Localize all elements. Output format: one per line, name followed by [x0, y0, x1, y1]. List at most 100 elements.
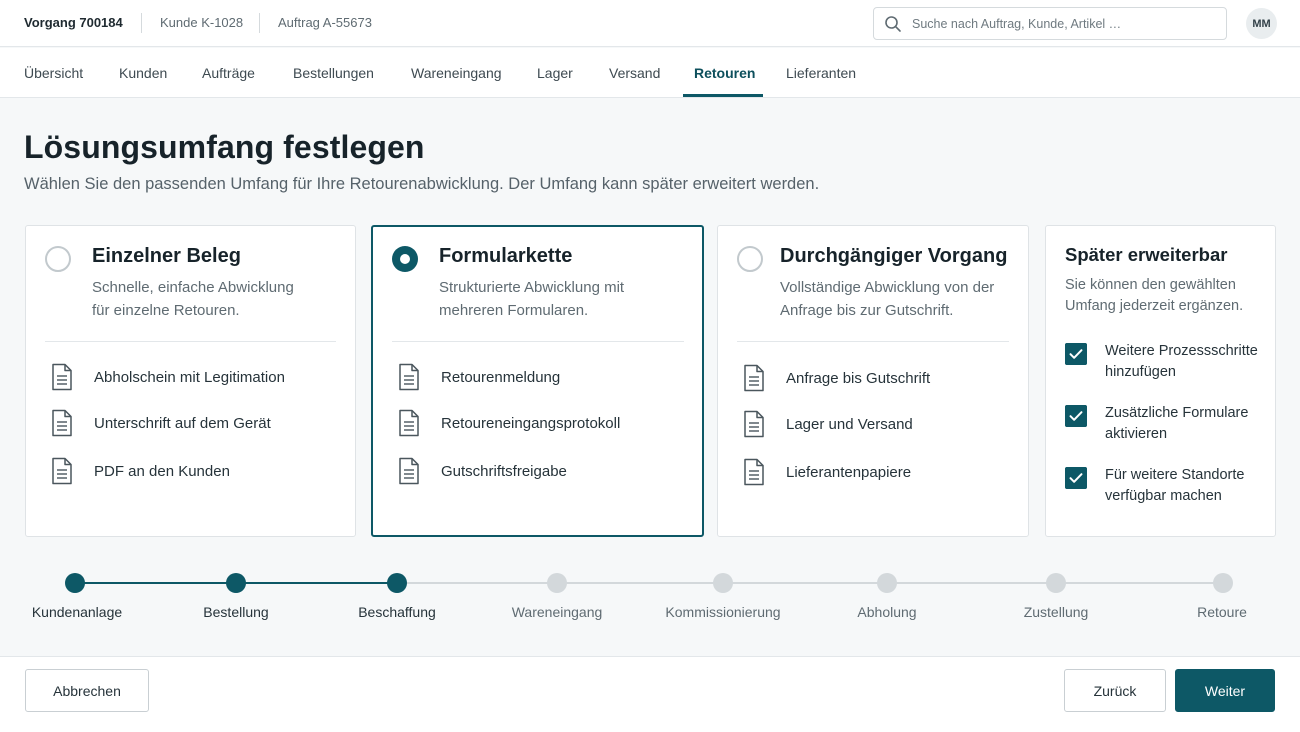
- extension-option-label: hinzufügen: [1105, 364, 1176, 380]
- option-card-durchgaengiger-vorgang[interactable]: Durchgängiger Vorgang Vollständige Abwic…: [717, 225, 1029, 537]
- extension-card: Später erweiterbar Sie können den gewähl…: [1045, 225, 1276, 537]
- card-divider: [45, 341, 336, 342]
- card-divider: [737, 341, 1009, 342]
- document-label: Gutschriftsfreigabe: [441, 462, 567, 480]
- option-description: Vollständige Abwicklung von der: [780, 279, 995, 296]
- option-description: Schnelle, einfache Abwicklung: [92, 279, 294, 296]
- search-input[interactable]: [912, 8, 1217, 39]
- breadcrumb-separator: [259, 13, 260, 33]
- document-label: Retourenmeldung: [441, 368, 561, 386]
- extension-title: Später erweiterbar: [1065, 244, 1228, 265]
- tab-lager[interactable]: Lager: [537, 48, 573, 97]
- checkbox-checked-icon[interactable]: [1065, 343, 1087, 365]
- step-label: Retoure: [1197, 604, 1247, 620]
- document-label: Lager und Versand: [786, 415, 913, 433]
- extension-option-label: verfügbar machen: [1105, 488, 1222, 504]
- step-label: Zustellung: [1023, 604, 1089, 620]
- tab-retouren[interactable]: Retouren: [694, 48, 755, 97]
- step-label: Abholung: [857, 604, 917, 620]
- extension-option-label: Zusätzliche Formulare: [1105, 405, 1249, 421]
- document-item: Gutschriftsfreigabe: [397, 456, 567, 486]
- breadcrumb-auftrag[interactable]: Auftrag A-55673: [278, 15, 372, 30]
- option-card-formularkette[interactable]: Formularkette Strukturierte Abwicklung m…: [371, 225, 704, 537]
- document-icon: [52, 457, 72, 485]
- checkbox-checked-icon[interactable]: [1065, 405, 1087, 427]
- step-dot-beschaffung: [387, 573, 407, 593]
- step-dot-abholung: [877, 573, 897, 593]
- step-dot-bestellung: [226, 573, 246, 593]
- breadcrumb-kunde[interactable]: Kunde K-1028: [160, 15, 243, 30]
- step-dot-kundenanlage: [65, 573, 85, 593]
- tab-lieferanten[interactable]: Lieferanten: [786, 48, 856, 97]
- document-item: Lager und Versand: [742, 409, 913, 439]
- document-item: Retourenmeldung: [397, 362, 560, 392]
- extension-description: Umfang jederzeit ergänzen.: [1065, 298, 1244, 314]
- footer-bar: Abbrechen Zurück Weiter: [0, 656, 1300, 732]
- option-description: für einzelne Retouren.: [92, 302, 240, 319]
- tab-uebersicht[interactable]: Übersicht: [24, 48, 83, 97]
- option-radio[interactable]: [45, 246, 71, 272]
- step-dot-retoure: [1213, 573, 1233, 593]
- document-item: Lieferantenpapiere: [742, 457, 911, 487]
- checkbox-checked-icon[interactable]: [1065, 467, 1087, 489]
- document-icon: [52, 409, 72, 437]
- option-radio[interactable]: [737, 246, 763, 272]
- option-radio-selected[interactable]: [392, 246, 418, 272]
- step-label: Bestellung: [203, 604, 269, 620]
- document-icon: [744, 458, 764, 486]
- step-dot-wareneingang: [547, 573, 567, 593]
- document-label: Abholschein mit Legitimation: [94, 368, 285, 386]
- document-icon: [744, 364, 764, 392]
- document-icon: [744, 410, 764, 438]
- page-subtitle: Wählen Sie den passenden Umfang für Ihre…: [24, 175, 820, 193]
- document-icon: [52, 363, 72, 391]
- step-label: Kundenanlage: [31, 604, 123, 620]
- option-title: Einzelner Beleg: [92, 245, 241, 267]
- step-dot-zustellung: [1046, 573, 1066, 593]
- document-label: Anfrage bis Gutschrift: [786, 369, 931, 387]
- tab-wareneingang[interactable]: Wareneingang: [411, 48, 502, 97]
- option-description: Strukturierte Abwicklung mit: [439, 279, 625, 296]
- card-divider: [392, 341, 684, 342]
- main-navigation: Übersicht Kunden Aufträge Bestellungen W…: [0, 48, 1300, 98]
- document-item: Anfrage bis Gutschrift: [742, 363, 930, 393]
- document-item: PDF an den Kunden: [50, 456, 230, 486]
- option-description: Anfrage bis zur Gutschrift.: [780, 302, 954, 319]
- extension-option-label: Weitere Prozessschritte: [1105, 343, 1258, 359]
- extension-description: Sie können den gewählten: [1065, 277, 1236, 293]
- cancel-button[interactable]: Abbrechen: [25, 669, 149, 712]
- back-button[interactable]: Zurück: [1064, 669, 1166, 712]
- tab-bestellungen[interactable]: Bestellungen: [293, 48, 374, 97]
- option-card-einzelner-beleg[interactable]: Einzelner Beleg Schnelle, einfache Abwic…: [25, 225, 356, 537]
- step-dot-kommissionierung: [713, 573, 733, 593]
- option-title: Durchgängiger Vorgang: [780, 245, 1008, 267]
- document-label: Lieferantenpapiere: [786, 463, 912, 481]
- next-button[interactable]: Weiter: [1175, 669, 1275, 712]
- search-icon: [885, 16, 901, 32]
- tab-versand[interactable]: Versand: [609, 48, 660, 97]
- step-label: Beschaffung: [358, 604, 436, 620]
- document-item: Retoureneingangsprotokoll: [397, 408, 620, 438]
- extension-option-label: aktivieren: [1105, 426, 1168, 442]
- document-label: Retoureneingangsprotokoll: [441, 414, 621, 432]
- document-item: Unterschrift auf dem Gerät: [50, 408, 271, 438]
- breadcrumb-separator: [141, 13, 142, 33]
- document-item: Abholschein mit Legitimation: [50, 362, 285, 392]
- top-bar: Vorgang 700184 Kunde K-1028 Auftrag A-55…: [0, 0, 1300, 47]
- step-label: Kommissionierung: [665, 604, 781, 620]
- option-description: mehreren Formularen.: [439, 302, 589, 319]
- option-title: Formularkette: [439, 245, 573, 267]
- avatar[interactable]: MM: [1246, 8, 1277, 39]
- tab-kunden[interactable]: Kunden: [119, 48, 167, 97]
- document-icon: [399, 409, 419, 437]
- tab-auftraege[interactable]: Aufträge: [202, 48, 255, 97]
- document-label: Unterschrift auf dem Gerät: [94, 414, 271, 432]
- search-box[interactable]: [873, 7, 1227, 40]
- document-label: PDF an den Kunden: [94, 462, 230, 480]
- extension-option-label: Für weitere Standorte: [1105, 467, 1245, 483]
- page-title: Lösungsumfang festlegen: [24, 129, 425, 165]
- breadcrumb-vorgang[interactable]: Vorgang 700184: [24, 15, 123, 30]
- active-tab-indicator: [683, 94, 763, 97]
- document-icon: [399, 363, 419, 391]
- progress-line-pending: [397, 582, 1223, 584]
